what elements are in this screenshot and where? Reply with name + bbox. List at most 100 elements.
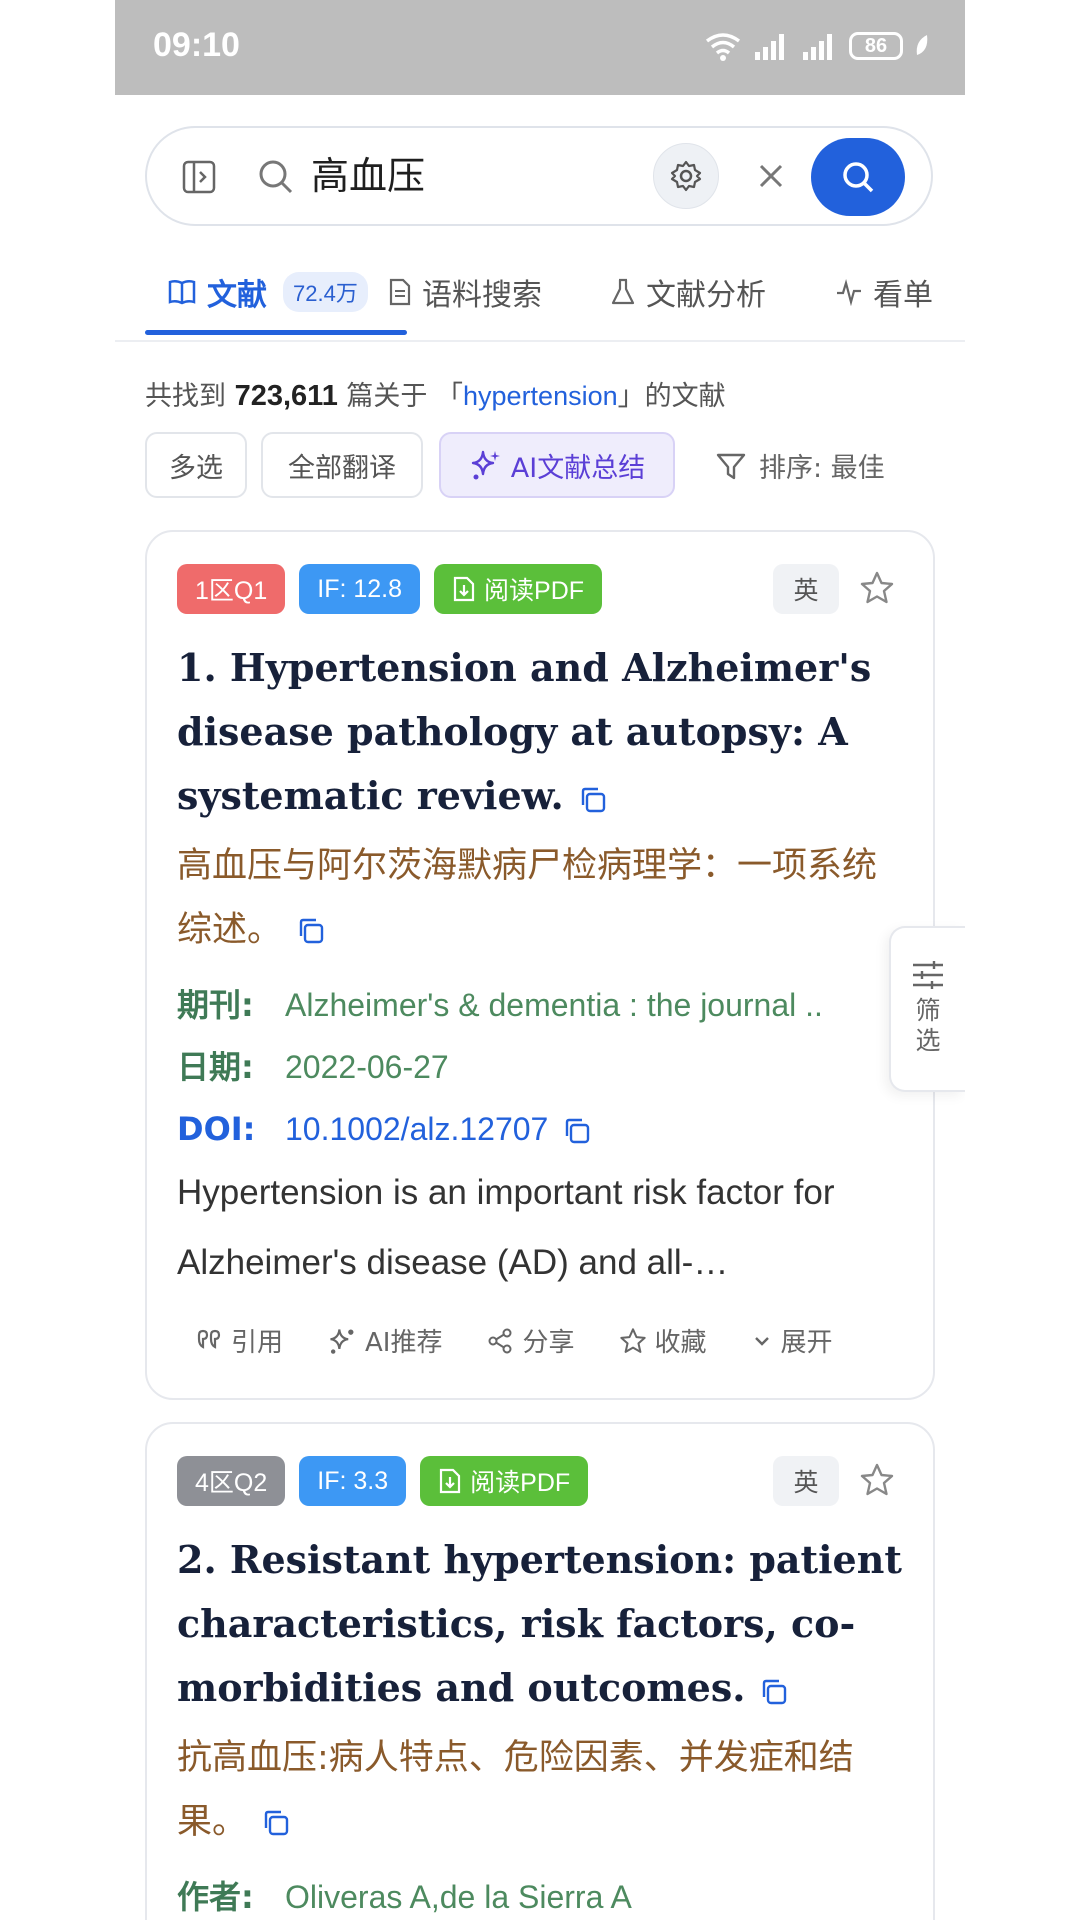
search-icon <box>843 162 874 193</box>
quote-icon <box>197 1329 221 1349</box>
tabs-divider <box>115 340 965 342</box>
expand-button[interactable]: 展开 <box>751 1322 833 1359</box>
card-actions: 引用 AI推荐 分享 收藏 展开 <box>195 1322 833 1359</box>
date-label: 日期: <box>177 1048 254 1086</box>
title-chinese-text: 高血压与阿尔茨海默病尸检病理学：一项系统综述。 <box>177 846 878 950</box>
card-badges: 4区Q2 IF: 3.3 阅读PDF <box>177 1456 589 1506</box>
star-icon[interactable] <box>859 1462 895 1498</box>
summary-mid: 篇关于 「 <box>346 381 464 412</box>
summary-prefix: 共找到 <box>145 381 226 412</box>
title-english[interactable]: 2. Resistant hypertension: patient chara… <box>177 1528 907 1720</box>
journal-name[interactable]: Alzheimer's & dementia : the journal .. <box>285 987 823 1023</box>
copy-icon[interactable] <box>296 916 326 946</box>
star-icon[interactable] <box>859 570 895 606</box>
doi-link[interactable]: 10.1002/alz.12707 <box>285 1111 548 1147</box>
journal-row: 期刊: Alzheimer's & dementia : the journal … <box>177 974 897 1036</box>
read-pdf-button[interactable]: 阅读PDF <box>434 564 603 614</box>
active-tab-indicator <box>145 330 407 335</box>
clear-search-icon[interactable] <box>755 160 787 192</box>
wifi-icon <box>705 33 741 61</box>
authors[interactable]: Oliveras A,de la Sierra A <box>285 1879 632 1915</box>
share-button[interactable]: 分享 <box>486 1322 575 1359</box>
tab-literature[interactable]: 文献 72.4万 <box>167 270 368 314</box>
sort-label: 排序: 最佳 <box>759 453 885 484</box>
copy-icon[interactable] <box>759 1677 789 1707</box>
journal-label: 期刊: <box>177 986 254 1024</box>
translate-all-button[interactable]: 全部翻译 <box>261 432 423 498</box>
search-term: hypertension <box>463 381 618 411</box>
language-badge: 英 <box>773 564 839 614</box>
impact-factor-badge: IF: 12.8 <box>299 564 421 614</box>
favorite-label: 收藏 <box>654 1328 707 1358</box>
flask-icon <box>611 278 635 305</box>
screen-margin-left <box>0 0 115 1920</box>
search-bar: 高血压 <box>145 126 933 226</box>
result-card[interactable]: 4区Q2 IF: 3.3 阅读PDF 英 2. Resistant hypert… <box>145 1422 935 1920</box>
title-english-text: 2. Resistant hypertension: patient chara… <box>177 1537 902 1710</box>
read-pdf-button[interactable]: 阅读PDF <box>420 1456 589 1506</box>
signal-icon <box>755 34 784 60</box>
download-file-icon <box>453 576 475 602</box>
title-english-text: 1. Hypertension and Alzheimer's disease … <box>177 645 872 818</box>
copy-icon[interactable] <box>578 785 608 815</box>
gear-icon <box>670 160 702 192</box>
sparkle-icon <box>471 450 500 480</box>
search-submit-button[interactable] <box>811 138 905 216</box>
tab-bar: 文献 72.4万 语料搜索 文献分析 看单 <box>145 258 965 340</box>
title-chinese[interactable]: 高血压与阿尔茨海默病尸检病理学：一项系统综述。 <box>177 834 907 962</box>
expand-label: 展开 <box>780 1328 833 1358</box>
multi-select-button[interactable]: 多选 <box>145 432 247 498</box>
title-chinese[interactable]: 抗高血压:病人特点、危险因素、并发症和结果。 <box>177 1726 907 1854</box>
copy-icon[interactable] <box>261 1808 291 1838</box>
screen-margin-right <box>965 0 1080 1920</box>
signal-icon-2 <box>803 34 832 60</box>
publication-date: 2022-06-27 <box>285 1049 449 1085</box>
tab-literature-analysis[interactable]: 文献分析 <box>610 270 766 314</box>
document-icon <box>389 278 411 306</box>
ai-summary-button[interactable]: AI文献总结 <box>439 432 675 498</box>
sliders-icon <box>913 961 943 989</box>
sidebar-toggle-icon[interactable] <box>181 159 217 195</box>
sparkle-icon <box>330 1328 354 1354</box>
leaf-icon <box>916 35 928 55</box>
read-pdf-label: 阅读PDF <box>484 577 585 605</box>
summary-suffix: 」的文献 <box>617 381 726 412</box>
filter-side-button[interactable]: 筛选 <box>889 926 965 1092</box>
search-settings-button[interactable] <box>653 143 719 209</box>
zone-badge: 4区Q2 <box>177 1456 286 1506</box>
favorite-button[interactable]: 收藏 <box>619 1322 707 1359</box>
results-toolbar: 多选 全部翻译 AI文献总结 排序: 最佳 <box>145 432 965 500</box>
ai-recommend-label: AI推荐 <box>365 1328 443 1358</box>
filter-label: 筛选 <box>915 996 941 1055</box>
authors-label: 作者: <box>177 1878 254 1916</box>
battery-indicator: 86 <box>849 32 903 60</box>
result-card[interactable]: 1区Q1 IF: 12.8 阅读PDF 英 1. Hypertension an… <box>145 530 935 1400</box>
title-english[interactable]: 1. Hypertension and Alzheimer's disease … <box>177 636 907 828</box>
status-icons: 86 <box>703 28 931 64</box>
share-label: 分享 <box>522 1328 575 1358</box>
tab-watchlist-label: 看单 <box>873 278 933 313</box>
card-badges: 1区Q1 IF: 12.8 阅读PDF <box>177 564 603 614</box>
star-icon <box>619 1327 646 1353</box>
language-badge: 英 <box>773 1456 839 1506</box>
cite-button[interactable]: 引用 <box>195 1322 283 1359</box>
pulse-icon <box>837 278 861 306</box>
app-screen: 09:10 86 高血压 文献 72.4万 语料搜索 文献分析 看单 共找到 7… <box>115 0 965 1920</box>
sort-dropdown[interactable]: 排序: 最佳 <box>715 446 885 485</box>
tab-literature-label: 文献 <box>207 278 267 313</box>
doi-row: DOI: 10.1002/alz.12707 <box>177 1098 592 1160</box>
book-icon <box>168 279 196 305</box>
authors-row: 作者: Oliveras A,de la Sierra A <box>177 1866 632 1920</box>
impact-factor-badge: IF: 3.3 <box>299 1456 407 1506</box>
tab-corpus-search[interactable]: 语料搜索 <box>388 270 542 314</box>
download-file-icon <box>440 1468 461 1494</box>
search-icon <box>259 160 293 194</box>
search-input[interactable]: 高血压 <box>311 150 425 202</box>
cite-label: 引用 <box>231 1328 284 1358</box>
tab-watchlist[interactable]: 看单 <box>835 270 933 314</box>
read-pdf-label: 阅读PDF <box>470 1469 571 1497</box>
copy-icon[interactable] <box>562 1116 592 1146</box>
ai-recommend-button[interactable]: AI推荐 <box>327 1322 442 1359</box>
filter-funnel-icon <box>716 453 746 479</box>
abstract-snippet[interactable]: Hypertension is an important risk factor… <box>177 1158 907 1298</box>
